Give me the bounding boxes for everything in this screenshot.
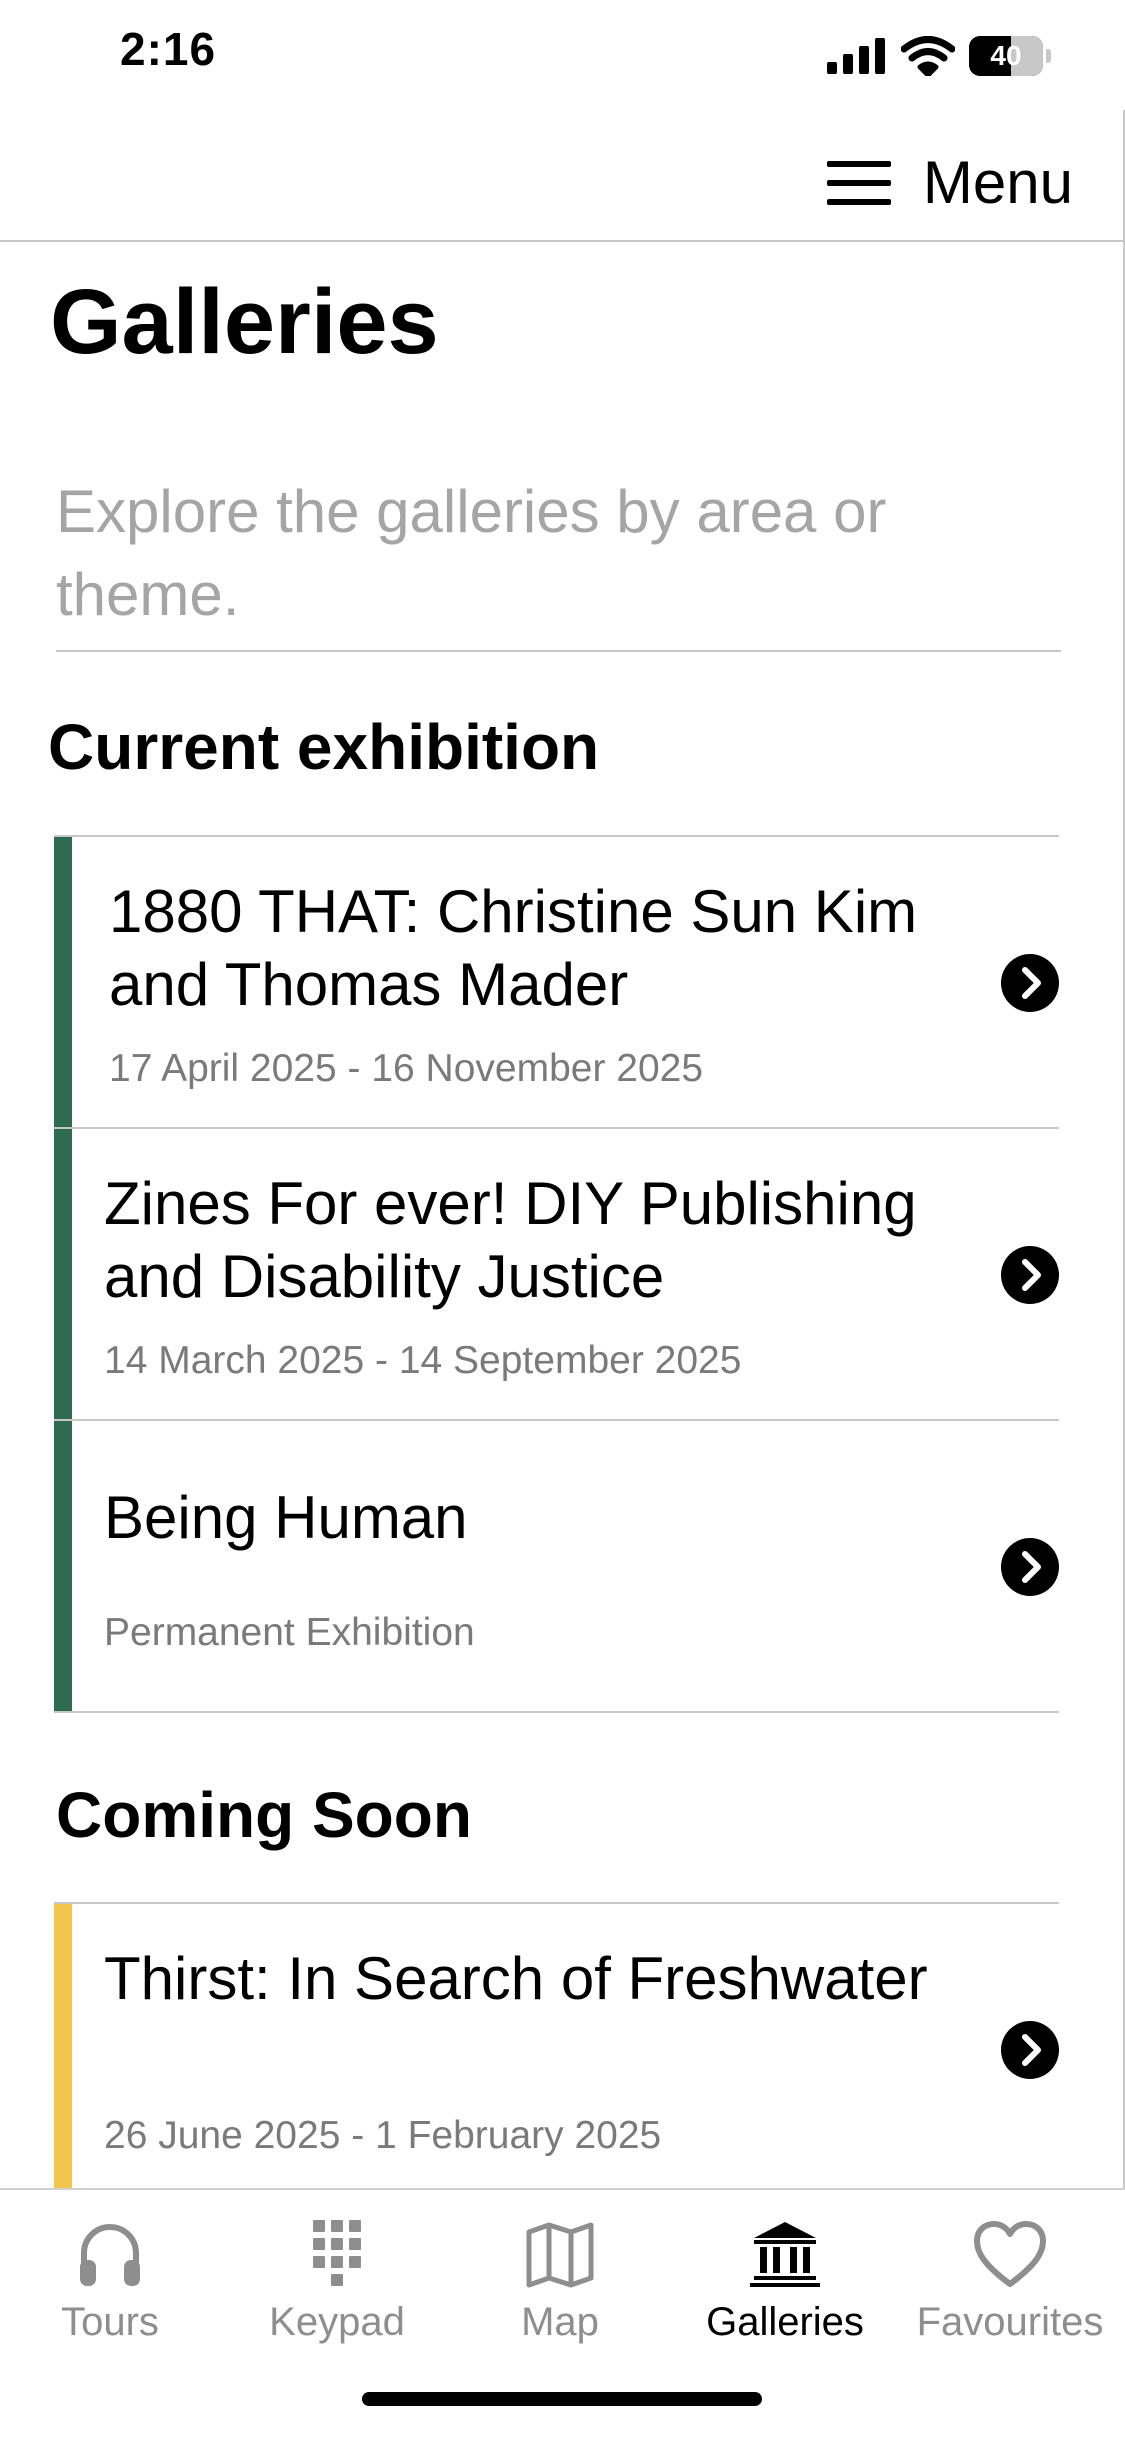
exhibition-item[interactable]: 1880 THAT: Christine Sun Kim and Thomas …	[54, 837, 1059, 1129]
exhibition-title: Zines For ever! DIY Publishing and Disab…	[104, 1170, 917, 1310]
section-title-current-exhibition: Current exhibition	[48, 711, 600, 783]
exhibition-item[interactable]: Zines For ever! DIY Publishing and Disab…	[54, 1129, 1059, 1421]
tab-label: Favourites	[916, 2300, 1104, 2344]
page-title: Galleries	[50, 271, 439, 373]
accent-bar	[54, 1129, 72, 1419]
current-exhibition-list: 1880 THAT: Christine Sun Kim and Thomas …	[54, 835, 1059, 1713]
exhibition-date: Permanent Exhibition	[104, 1611, 475, 1654]
status-icons: 40	[827, 34, 1051, 78]
chevron-right-icon	[1001, 954, 1059, 1012]
wifi-icon	[901, 36, 955, 76]
chevron-right-icon	[1001, 1538, 1059, 1596]
accent-bar	[54, 837, 72, 1127]
page-intro: Explore the galleries by area or theme.	[56, 478, 887, 628]
tab-galleries[interactable]: Galleries	[685, 2220, 885, 2345]
exhibition-date: 14 March 2025 - 14 September 2025	[104, 1339, 742, 1382]
app-header: Menu	[0, 110, 1125, 242]
tab-label: Tours	[61, 2300, 159, 2344]
exhibition-title: 1880 THAT: Christine Sun Kim and Thomas …	[109, 878, 918, 1018]
keypad-icon	[313, 2220, 361, 2286]
map-icon	[526, 2222, 594, 2288]
exhibition-title: Being Human	[104, 1484, 468, 1551]
intro-divider	[56, 650, 1061, 652]
section-title-coming-soon: Coming Soon	[56, 1779, 472, 1851]
tab-label: Galleries	[706, 2300, 864, 2344]
status-time: 2:16	[120, 23, 217, 75]
exhibition-item[interactable]: Being Human Permanent Exhibition	[54, 1421, 1059, 1713]
headphones-icon	[80, 2224, 140, 2286]
menu-label: Menu	[922, 149, 1073, 216]
tab-map[interactable]: Map	[460, 2220, 660, 2345]
tab-label: Keypad	[269, 2300, 405, 2344]
menu-button[interactable]: Menu	[826, 148, 1073, 217]
exhibition-item[interactable]: Thirst: In Search of Freshwater 26 June …	[54, 1904, 1059, 2196]
chevron-right-icon	[1001, 1246, 1059, 1304]
cellular-signal-icon	[827, 38, 885, 74]
tab-keypad[interactable]: Keypad	[237, 2220, 437, 2345]
battery-icon: 40	[969, 36, 1051, 76]
hamburger-icon	[826, 160, 891, 205]
home-indicator[interactable]	[362, 2392, 762, 2406]
exhibition-date: 26 June 2025 - 1 February 2025	[104, 2114, 662, 2157]
status-bar: 2:16 40	[0, 0, 1125, 110]
chevron-right-icon	[1001, 2021, 1059, 2079]
museum-icon	[750, 2222, 820, 2287]
accent-bar	[54, 1904, 72, 2194]
tab-tours[interactable]: Tours	[10, 2220, 210, 2345]
coming-soon-list: Thirst: In Search of Freshwater 26 June …	[54, 1902, 1059, 2196]
tab-favourites[interactable]: Favourites	[910, 2220, 1110, 2345]
battery-level: 40	[990, 40, 1022, 71]
exhibition-title: Thirst: In Search of Freshwater	[104, 1945, 928, 2012]
accent-bar	[54, 1421, 72, 1711]
tab-label: Map	[521, 2300, 599, 2344]
heart-icon	[974, 2221, 1046, 2287]
exhibition-date: 17 April 2025 - 16 November 2025	[109, 1047, 704, 1090]
